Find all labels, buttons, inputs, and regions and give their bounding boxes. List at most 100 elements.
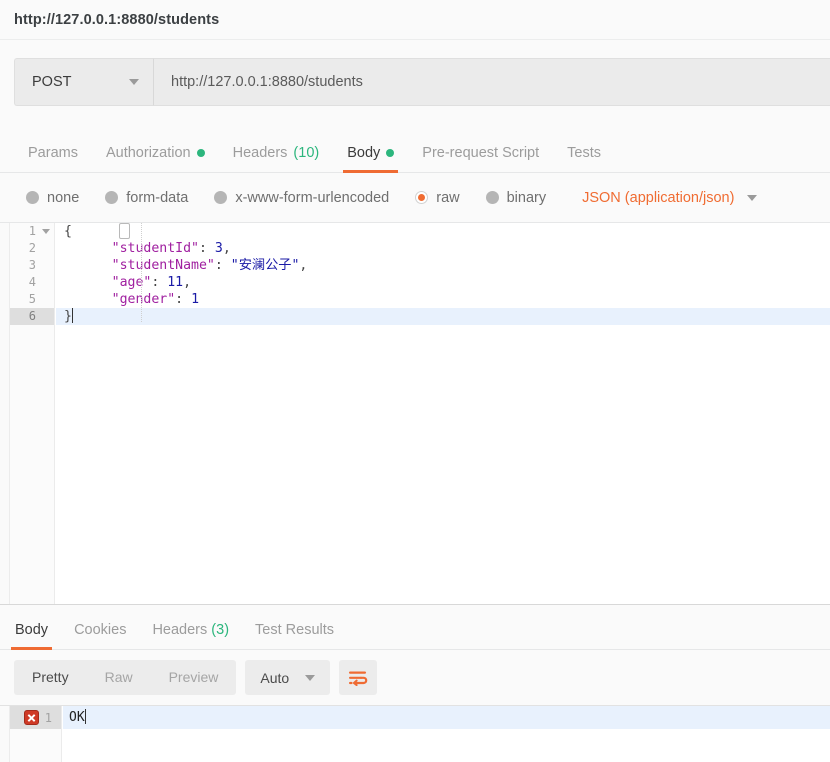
url-input[interactable]: http://127.0.0.1:8880/students — [154, 58, 830, 106]
response-tab-cookies-label: Cookies — [74, 622, 127, 638]
response-format-label: Auto — [260, 669, 290, 686]
window-titlebar: http://127.0.0.1:8880/students — [0, 0, 830, 40]
response-tab-bar: Body Cookies Headers (3) Test Results — [0, 606, 830, 650]
tab-params[interactable]: Params — [14, 145, 92, 172]
text-cursor — [84, 709, 86, 724]
tab-headers-label: Headers — [232, 145, 288, 161]
text-cursor — [71, 308, 73, 323]
line-number: 4 — [28, 275, 36, 289]
line-number: 6 — [28, 309, 36, 323]
body-type-form-data-label: form-data — [126, 189, 189, 206]
error-x-icon[interactable] — [23, 710, 39, 725]
content-type-dropdown[interactable]: JSON (application/json) — [582, 189, 758, 206]
gutter-line[interactable]: 4 — [10, 274, 54, 291]
view-mode-raw-label: Raw — [104, 669, 133, 685]
code-line: "studentName": "安澜公子", — [56, 257, 830, 274]
body-type-x-www-form-urlencoded-label: x-www-form-urlencoded — [235, 189, 390, 206]
response-body-text: OK — [69, 710, 85, 725]
line-number: 2 — [28, 241, 36, 255]
editor-left-strip — [0, 223, 10, 604]
line-number: 1 — [44, 710, 52, 725]
tab-pre-request-script[interactable]: Pre-request Script — [408, 145, 553, 172]
gutter-line-active[interactable]: 6 — [10, 308, 54, 325]
tab-params-label: Params — [28, 145, 78, 161]
code-punct: , — [299, 258, 308, 273]
radio-icon — [26, 191, 39, 204]
tab-tests[interactable]: Tests — [553, 145, 615, 172]
code-line-active: } — [56, 308, 830, 325]
request-bar: POST http://127.0.0.1:8880/students — [14, 58, 830, 106]
response-tab-cookies[interactable]: Cookies — [61, 622, 139, 649]
tab-body-label: Body — [347, 145, 381, 161]
body-type-none-label: none — [47, 189, 80, 206]
status-dot-icon — [196, 149, 205, 157]
response-tab-body-label: Body — [15, 622, 49, 638]
matching-brace-highlight — [119, 223, 130, 239]
body-type-form-data[interactable]: form-data — [105, 190, 188, 206]
view-mode-preview[interactable]: Preview — [151, 660, 237, 695]
http-method-dropdown[interactable]: POST — [14, 58, 154, 106]
code-punct: , — [183, 275, 192, 290]
tab-authorization[interactable]: Authorization — [92, 145, 219, 172]
tab-body[interactable]: Body — [333, 145, 408, 173]
http-method-label: POST — [32, 74, 72, 90]
response-format-dropdown[interactable]: Auto — [245, 660, 331, 695]
line-number: 1 — [28, 224, 36, 238]
gutter-line[interactable]: 3 — [10, 257, 54, 274]
response-tab-test-results[interactable]: Test Results — [242, 622, 347, 649]
body-type-binary[interactable]: binary — [485, 189, 547, 206]
json-value: 3 — [214, 241, 223, 256]
tab-headers-count: (10) — [293, 145, 320, 161]
code-text: } — [64, 309, 72, 324]
radio-icon — [214, 191, 228, 204]
postman-window: http://127.0.0.1:8880/students POST http… — [0, 0, 830, 762]
response-view-mode-group: Pretty Raw Preview — [14, 660, 237, 695]
body-type-row: none form-data x-www-form-urlencoded raw… — [0, 173, 830, 223]
response-tab-headers[interactable]: Headers (3) — [139, 622, 242, 649]
body-type-none[interactable]: none — [26, 190, 79, 206]
word-wrap-button[interactable] — [339, 660, 378, 695]
response-gutter-line[interactable]: 1 — [10, 706, 61, 729]
body-type-binary-label: binary — [506, 189, 547, 206]
json-key: "age" — [111, 275, 152, 290]
page-title: http://127.0.0.1:8880/students — [14, 11, 220, 28]
body-type-raw[interactable]: raw — [415, 189, 460, 206]
radio-icon — [485, 191, 499, 204]
gutter-line[interactable]: 1 — [10, 223, 54, 240]
response-tab-test-results-label: Test Results — [255, 622, 335, 638]
response-body-viewer[interactable]: 1 OK — [0, 705, 830, 762]
request-body-editor[interactable]: 1 2 3 4 5 6 { "studentId": 3, "studentNa… — [0, 223, 830, 605]
request-tab-bar: Params Authorization Headers (10) Body P… — [0, 132, 830, 173]
chevron-down-icon — [305, 674, 316, 681]
gutter-line[interactable]: 5 — [10, 291, 54, 308]
url-text: http://127.0.0.1:8880/students — [171, 74, 363, 90]
code-punct: : — [175, 292, 192, 307]
tab-tests-label: Tests — [567, 145, 601, 161]
view-mode-pretty[interactable]: Pretty — [14, 660, 87, 695]
response-tab-headers-count: (3) — [211, 622, 230, 638]
code-punct: : — [214, 258, 231, 273]
response-line-gutter: 1 — [10, 706, 62, 762]
content-type-label: JSON (application/json) — [582, 189, 735, 206]
view-mode-pretty-label: Pretty — [32, 669, 69, 685]
indent-guide — [141, 223, 142, 322]
gutter-line[interactable]: 2 — [10, 240, 54, 257]
status-dot-icon — [386, 149, 395, 157]
view-mode-raw[interactable]: Raw — [87, 660, 151, 695]
response-body-line: OK — [63, 706, 830, 729]
body-type-raw-label: raw — [436, 189, 460, 206]
json-value: "安澜公子" — [230, 258, 300, 273]
body-type-x-www-form-urlencoded[interactable]: x-www-form-urlencoded — [214, 190, 389, 206]
tab-authorization-label: Authorization — [105, 145, 191, 161]
tab-headers[interactable]: Headers (10) — [219, 145, 334, 172]
fold-arrow-icon[interactable] — [42, 229, 50, 234]
tab-pre-request-script-label: Pre-request Script — [422, 145, 540, 161]
chevron-down-icon — [747, 194, 758, 201]
response-tab-headers-label: Headers — [152, 622, 208, 638]
code-text: { — [64, 224, 72, 239]
code-line: "studentId": 3, — [56, 240, 830, 257]
response-code-area[interactable]: OK — [63, 706, 830, 762]
editor-code-area[interactable]: { "studentId": 3, "studentName": "安澜公子",… — [56, 223, 830, 604]
response-tab-body[interactable]: Body — [2, 622, 61, 650]
code-punct: : — [198, 241, 215, 256]
